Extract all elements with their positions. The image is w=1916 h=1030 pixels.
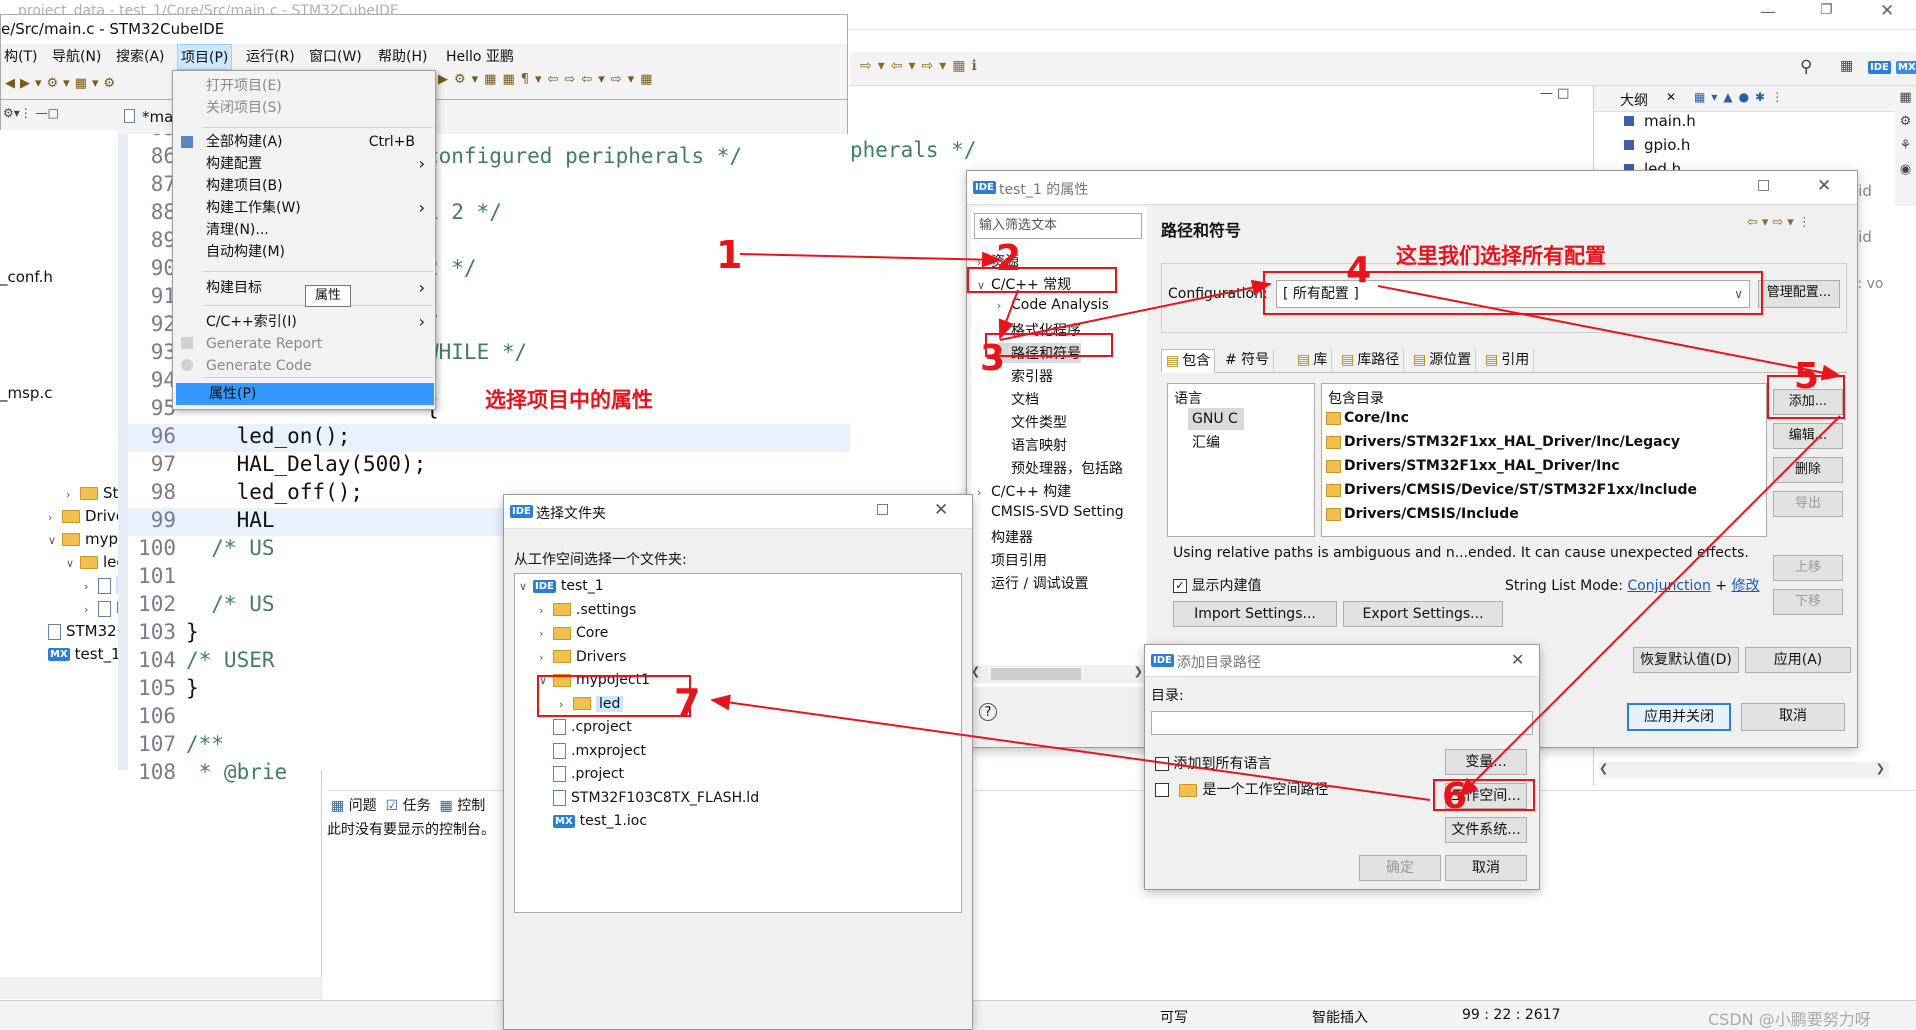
step-number-5: 5 xyxy=(1794,356,1819,397)
annotation-arrows: 1 2 3 4 5 6 7 xyxy=(537,233,1845,817)
highlight-mypoject1 xyxy=(537,675,691,717)
step-number-7: 7 xyxy=(674,681,700,725)
step-number-3: 3 xyxy=(980,338,1005,379)
arrow-step6 xyxy=(710,694,1431,801)
highlight-config xyxy=(1263,271,1763,315)
arrow-step5 xyxy=(1458,415,1841,798)
step-number-2: 2 xyxy=(996,238,1021,279)
step-number-4: 4 xyxy=(1346,250,1371,291)
arrow-step4 xyxy=(1377,285,1842,381)
step-number-1: 1 xyxy=(716,233,742,277)
arrow-step1 xyxy=(739,251,1002,268)
arrow-step2 xyxy=(998,289,1019,340)
annotation-note-config: 这里我们选择所有配置 xyxy=(1396,244,1606,268)
highlight-cc-general xyxy=(967,267,1117,293)
step-number-6: 6 xyxy=(1442,776,1467,817)
